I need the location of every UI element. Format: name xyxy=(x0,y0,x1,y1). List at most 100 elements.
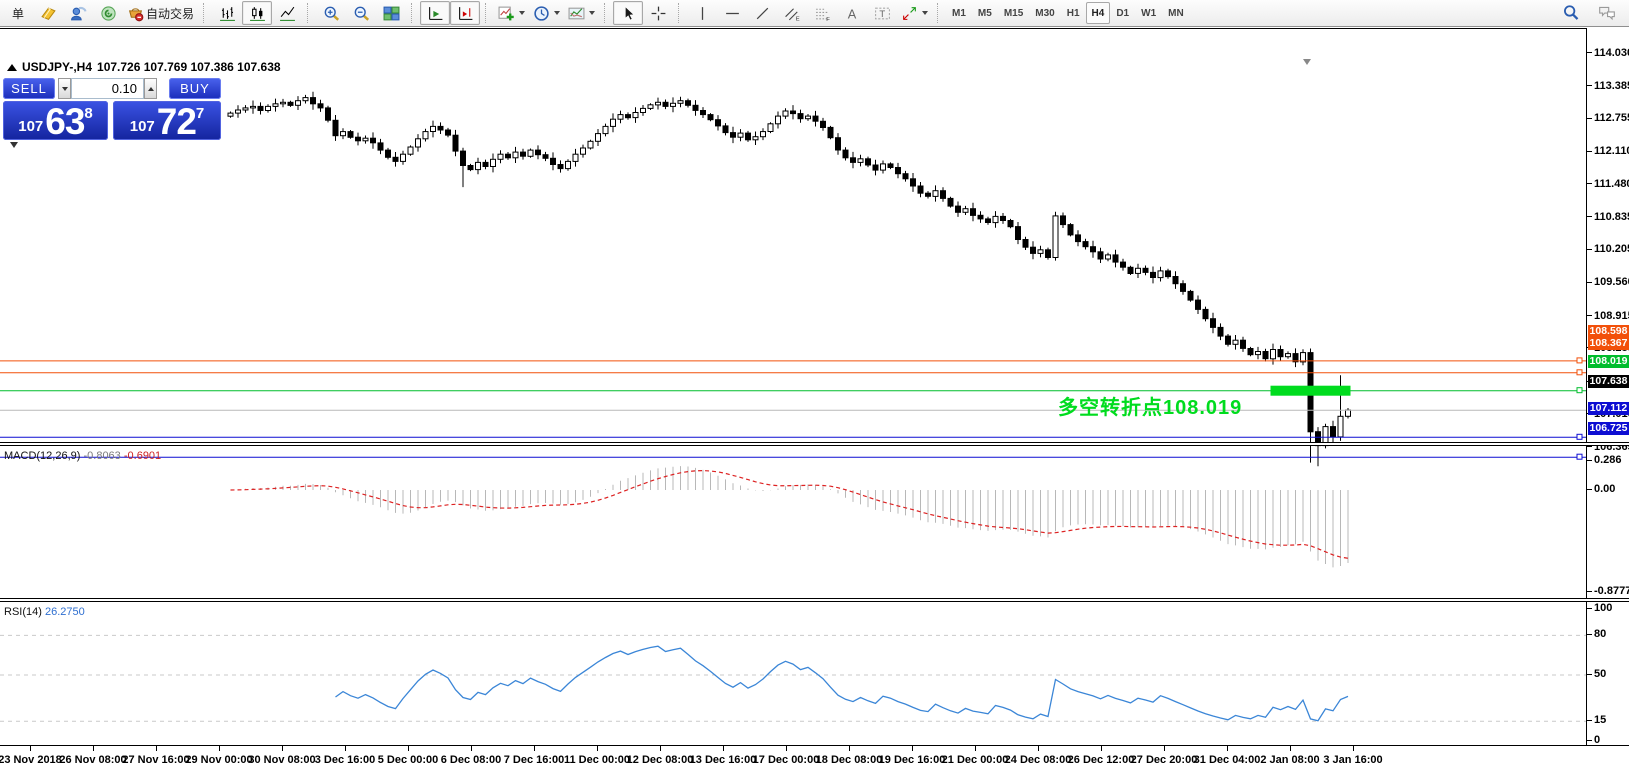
time-tick-label: 3 Jan 16:00 xyxy=(1323,754,1383,766)
volume-decrease-button[interactable] xyxy=(58,78,71,99)
dropdown-caret-icon[interactable] xyxy=(589,11,596,15)
pivot-annotation[interactable]: 多空转折点108.019 xyxy=(1058,391,1242,420)
horizontal-line-button[interactable] xyxy=(717,1,747,25)
autotrading-button[interactable]: 自动交易 xyxy=(123,1,198,25)
periods-icon xyxy=(533,5,550,22)
time-axis[interactable]: 23 Nov 2018 26 Nov 08:00 27 Nov 16:00 29 No… xyxy=(0,745,1629,773)
auto-scroll-button[interactable] xyxy=(420,1,451,25)
time-tick-label: 3 Dec 16:00 xyxy=(314,754,376,766)
rsi-axis-label: 100 xyxy=(1594,602,1613,614)
chart-shift-button[interactable] xyxy=(450,1,481,25)
tile-windows-icon xyxy=(383,5,400,22)
toolbar-right-group xyxy=(1556,1,1626,25)
sell-price-button[interactable]: 107 63 8 xyxy=(3,101,108,140)
support-line-1-label: 107.112 xyxy=(1588,402,1629,415)
timeframe-m5[interactable]: M5 xyxy=(972,2,998,24)
rsi-pane-canvas[interactable] xyxy=(0,603,1586,746)
chat-button[interactable] xyxy=(1592,1,1622,25)
navigator-button[interactable] xyxy=(63,1,93,25)
sell-button[interactable]: SELL xyxy=(3,78,55,99)
timeframe-m1[interactable]: M1 xyxy=(946,2,972,24)
timeframe-h1[interactable]: H1 xyxy=(1061,2,1086,24)
time-tick-label: 24 Dec 08:00 xyxy=(1004,754,1072,766)
time-tick xyxy=(219,746,220,751)
buy-price-button[interactable]: 107 72 7 xyxy=(113,101,221,140)
book-button[interactable] xyxy=(33,1,63,25)
sell-price-big: 63 xyxy=(45,101,85,142)
zoom-in-button[interactable] xyxy=(316,1,346,25)
panel-collapse-button[interactable] xyxy=(10,142,18,148)
navigator-icon xyxy=(70,5,87,22)
macd-axis-label: 0.286 xyxy=(1594,454,1622,466)
dropdown-caret-icon[interactable] xyxy=(519,11,526,15)
time-tick-label: 6 Dec 08:00 xyxy=(440,754,502,766)
search-button[interactable] xyxy=(1556,1,1586,25)
vertical-line-icon xyxy=(694,5,711,22)
arrows-icon xyxy=(901,5,918,22)
text-label-button[interactable]: T xyxy=(867,1,897,25)
community-button[interactable] xyxy=(93,1,123,25)
axis-tick xyxy=(1587,674,1592,675)
timeframe-m15[interactable]: M15 xyxy=(998,2,1029,24)
macd-pane-canvas[interactable] xyxy=(0,447,1586,598)
timeframe-w1[interactable]: W1 xyxy=(1135,2,1162,24)
dropdown-caret-icon[interactable] xyxy=(922,11,929,15)
templates-button[interactable] xyxy=(564,1,599,25)
pane-separator[interactable] xyxy=(0,442,1629,446)
timeframe-d1[interactable]: D1 xyxy=(1110,2,1135,24)
zoom-out-button[interactable] xyxy=(346,1,376,25)
svg-text:T: T xyxy=(879,9,885,20)
toolbar-group-trade: 单 自动交易 xyxy=(3,1,198,25)
time-tick-label: 26 Nov 08:00 xyxy=(59,754,127,766)
axis-tick xyxy=(1587,249,1592,250)
price-tick-label: 111.480 xyxy=(1594,177,1629,190)
toolbar-separator xyxy=(485,3,490,23)
indicators-button[interactable] xyxy=(494,1,529,25)
buy-button[interactable]: BUY xyxy=(169,78,221,99)
time-tick xyxy=(912,746,913,751)
candlestick-chart-button[interactable] xyxy=(242,1,273,25)
main-chart-canvas[interactable] xyxy=(0,57,1586,470)
timeframe-h4[interactable]: H4 xyxy=(1085,2,1111,24)
trendline-icon xyxy=(754,5,771,22)
toolbar-group-chart-type xyxy=(212,1,302,25)
community-icon xyxy=(100,5,117,22)
bar-chart-button[interactable] xyxy=(212,1,242,25)
autotrading-button-label: 自动交易 xyxy=(146,6,195,21)
crosshair-button[interactable] xyxy=(643,1,673,25)
channel-button[interactable]: E xyxy=(777,1,807,25)
time-tick xyxy=(660,746,661,751)
toolbar-group-zoom xyxy=(316,1,406,25)
periods-button[interactable] xyxy=(529,1,564,25)
price-tick-label: 112.755 xyxy=(1594,112,1629,125)
line-chart-button[interactable] xyxy=(272,1,302,25)
horizontal-line-icon xyxy=(724,5,741,22)
timeframe-mn[interactable]: MN xyxy=(1162,2,1190,24)
tile-windows-button[interactable] xyxy=(376,1,406,25)
trendline-button[interactable] xyxy=(747,1,777,25)
axis-tick xyxy=(1587,591,1592,592)
cursor-button[interactable] xyxy=(613,1,644,25)
time-tick-label: 7 Dec 16:00 xyxy=(503,754,565,766)
timeframe-m30[interactable]: M30 xyxy=(1029,2,1060,24)
time-tick xyxy=(1227,746,1228,751)
price-axis[interactable]: 114.030 113.385 112.755 112.110 111.480 110.8… xyxy=(1586,28,1629,746)
volume-input[interactable] xyxy=(71,78,144,99)
chart-shift-icon xyxy=(457,5,474,22)
fibonacci-button[interactable]: F xyxy=(807,1,837,25)
volume-increase-button[interactable] xyxy=(144,78,157,99)
toolbar-separator xyxy=(307,3,312,23)
arrows-button[interactable] xyxy=(897,1,932,25)
time-tick xyxy=(1353,746,1354,751)
vertical-line-button[interactable] xyxy=(687,1,717,25)
scroll-marker-icon xyxy=(1303,59,1311,65)
rsi-axis-label: 15 xyxy=(1594,714,1607,727)
svg-text:E: E xyxy=(795,16,799,22)
new-order-button[interactable]: 单 xyxy=(3,1,33,25)
text-button[interactable]: A xyxy=(837,1,867,25)
dropdown-caret-icon[interactable] xyxy=(554,11,561,15)
pane-separator[interactable] xyxy=(0,598,1629,602)
price-tick-label: 114.030 xyxy=(1594,46,1629,59)
rsi-label: RSI(14) 26.2750 xyxy=(4,606,85,618)
axis-tick xyxy=(1587,151,1592,152)
